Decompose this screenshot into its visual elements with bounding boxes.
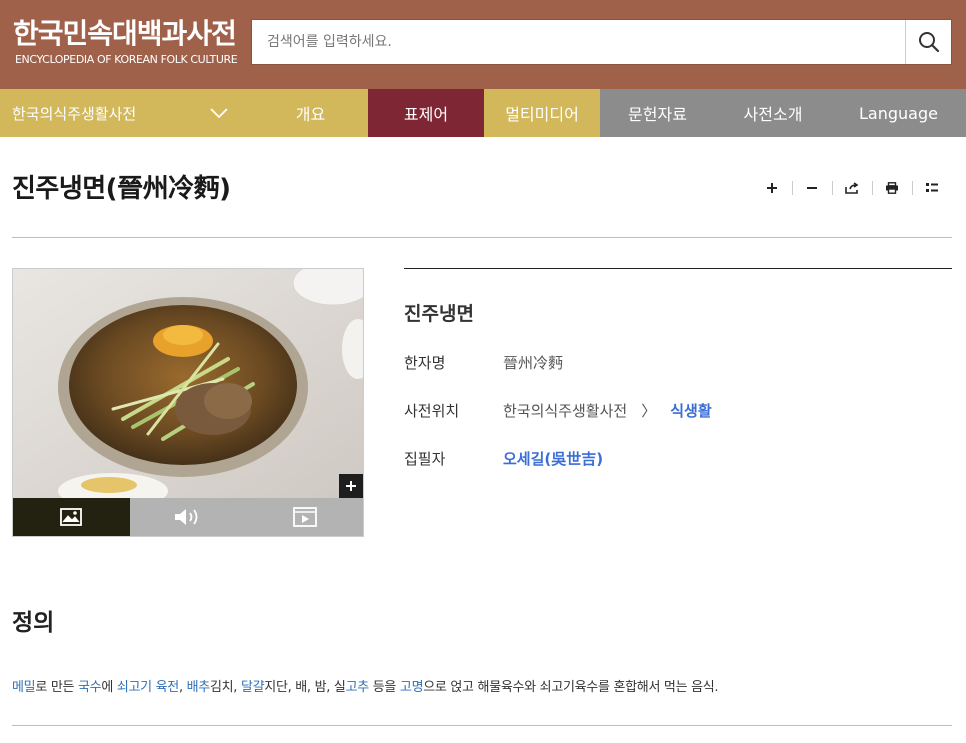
image-icon — [60, 508, 83, 526]
share-button[interactable] — [832, 178, 872, 198]
definition-text-segment: , — [178, 680, 187, 695]
definition-text-segment: 김치, — [209, 680, 241, 695]
location-dictionary: 한국의식주생활사전 — [503, 402, 628, 420]
author-label: 집필자 — [404, 450, 446, 468]
nav-item-literature[interactable]: 문헌자료 — [600, 89, 715, 137]
hanja-value: 晉州冷麪 — [503, 354, 564, 372]
definition-text-segment: 로 만든 — [35, 680, 78, 695]
tab-image[interactable] — [13, 498, 130, 536]
nav-dictionary-label: 한국의식주생활사전 — [12, 104, 137, 123]
title-divider — [12, 237, 952, 238]
nav-item-entries[interactable]: 표제어 — [368, 89, 484, 137]
location-row: 사전위치 한국의식주생활사전 〉 식생활 — [404, 400, 712, 421]
audio-icon — [175, 509, 198, 525]
naengmyeon-photo[interactable] — [13, 269, 363, 498]
author-row: 집필자 오세길(吳世吉) — [404, 448, 603, 469]
print-button[interactable] — [872, 178, 912, 198]
search-input[interactable] — [252, 20, 906, 64]
definition-keyword-link[interactable]: 배추 — [187, 680, 211, 695]
nav-item-about[interactable]: 사전소개 — [715, 89, 831, 137]
site-header: 한국민속대백과사전 ENCYCLOPEDIA OF KOREAN FOLK CU… — [0, 0, 966, 89]
definition-text-segment: 으로 얹고 해물육수와 쇠고기육수를 혼합해서 먹는 음식. — [423, 680, 719, 695]
share-icon — [845, 182, 859, 194]
main-nav: 한국의식주생활사전 개요 표제어 멀티미디어 문헌자료 사전소개 Languag… — [0, 89, 966, 137]
definition-text-segment: 지단, 배, 밤, 실 — [264, 680, 346, 695]
page-title: 진주냉면(晉州冷麪) — [12, 174, 231, 204]
entry-name: 진주냉면 — [404, 303, 474, 325]
hanja-label: 한자명 — [404, 354, 446, 372]
media-panel — [12, 268, 364, 537]
search-button[interactable] — [905, 20, 951, 64]
info-divider — [404, 268, 952, 269]
nav-item-overview[interactable]: 개요 — [253, 89, 368, 137]
location-link[interactable]: 식생활 — [670, 400, 711, 421]
search-bar — [251, 19, 952, 65]
definition-keyword-link[interactable]: 메밀 — [12, 680, 36, 695]
site-logo[interactable]: 한국민속대백과사전 — [13, 12, 237, 52]
list-icon — [926, 183, 938, 192]
definition-text-segment: 등을 — [368, 680, 400, 695]
definition-keyword-link[interactable]: 고명 — [400, 680, 424, 695]
zoom-button[interactable] — [339, 474, 363, 498]
definition-keyword-link[interactable]: 쇠고기 육전 — [117, 680, 179, 695]
media-tabs — [13, 498, 363, 536]
tab-video[interactable] — [246, 498, 363, 536]
definition-text-segment: 에 — [101, 680, 117, 695]
definition-heading: 정의 — [12, 610, 55, 636]
definition-keyword-link[interactable]: 국수 — [78, 680, 102, 695]
video-icon — [292, 507, 317, 527]
hanja-row: 한자명 晉州冷麪 — [404, 352, 563, 373]
nav-item-multimedia[interactable]: 멀티미디어 — [484, 89, 600, 137]
toolbar — [752, 178, 952, 198]
search-icon — [918, 32, 939, 53]
site-logo-subtitle[interactable]: ENCYCLOPEDIA OF KOREAN FOLK CULTURE — [15, 53, 238, 66]
definition-keyword-link[interactable]: 달걀 — [241, 680, 265, 695]
definition-divider — [12, 725, 952, 726]
list-button[interactable] — [912, 178, 952, 198]
tab-audio[interactable] — [129, 498, 247, 536]
chevron-right-icon: 〉 — [641, 402, 657, 420]
author-link[interactable]: 오세길(吳世吉) — [503, 448, 603, 469]
nav-item-language[interactable]: Language — [831, 89, 966, 137]
plus-icon — [346, 481, 356, 491]
font-increase-button[interactable] — [752, 178, 792, 198]
location-label: 사전위치 — [404, 402, 460, 420]
print-icon — [886, 182, 898, 194]
definition-keyword-link[interactable]: 고추 — [346, 680, 370, 695]
font-decrease-button[interactable] — [792, 178, 832, 198]
chevron-down-icon — [210, 108, 228, 118]
definition-text: 메밀로 만든 국수에 쇠고기 육전, 배추김치, 달걀지단, 배, 밤, 실고추… — [12, 676, 719, 695]
nav-dictionary-select[interactable]: 한국의식주생활사전 — [0, 89, 253, 137]
minus-icon — [807, 187, 817, 189]
plus-icon — [767, 183, 777, 193]
